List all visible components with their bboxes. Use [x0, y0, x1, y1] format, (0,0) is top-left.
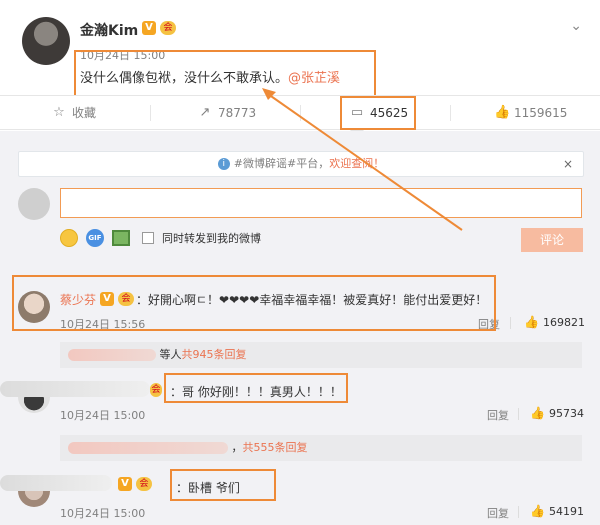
comment-input[interactable] [60, 188, 582, 218]
sub-replies-count[interactable]: 共945条回复 [182, 348, 247, 361]
comment-count-highlight-box [340, 96, 416, 130]
repost-checkbox[interactable] [142, 232, 154, 244]
gif-icon[interactable]: GIF [86, 229, 104, 247]
info-icon: i [217, 158, 230, 170]
divider [450, 105, 451, 121]
thumbs-up-icon: 👍 [530, 504, 545, 518]
notice-bar: i #微博辟谣#平台，欢迎查阅！ × [18, 151, 584, 177]
thumbs-up-icon: 👍 [530, 406, 545, 420]
reply-button[interactable]: 回复 [487, 505, 509, 521]
divider [150, 105, 151, 121]
comment-item: 会 ：哥 你好刚！！！真男人！！！ 10月24日 15:00 回复 👍 9573… [0, 373, 600, 425]
blurred-commenter-name [0, 475, 112, 491]
vip-badge-icon: 会 [160, 21, 176, 35]
author-name[interactable]: 金瀚Kim [80, 20, 138, 40]
sub-replies-count[interactable]: 共555条回复 [243, 441, 308, 454]
divider [300, 105, 301, 121]
divider [518, 506, 519, 518]
verified-badge-icon: V [142, 21, 156, 35]
reply-button[interactable]: 回复 [487, 407, 509, 423]
vip-badge-icon: 会 [136, 477, 152, 491]
comment-item: V 会 ：卧槽 爷们 10月24日 15:00 回复 👍 54191 [0, 467, 600, 525]
repost-icon: ↗ [199, 104, 211, 120]
notice-link[interactable]: 欢迎查阅！ [329, 157, 384, 170]
comment-like-count: 169821 [542, 315, 585, 329]
author-badges: V 会 [142, 21, 176, 35]
comment-time: 10月24日 15:00 [60, 507, 146, 520]
sub-replies-bar[interactable]: ，共555条回复 [60, 435, 582, 461]
favorite-label: 收藏 [72, 106, 97, 120]
comment-like-button[interactable]: 👍 95734 [530, 406, 584, 420]
blurred-commenter-name [0, 381, 150, 397]
comment-time: 10月24日 15:00 [60, 409, 146, 422]
favorite-button[interactable]: ☆ 收藏 [52, 96, 96, 129]
weibo-post: 金瀚Kim V 会 ⌄ 10月24日 15:00 没什么偶像包袱，没什么不敢承认… [0, 0, 600, 98]
thumbs-up-icon: 👍 [494, 104, 511, 120]
comment-like-button[interactable]: 👍 169821 [524, 315, 585, 329]
comment-highlight-box [170, 469, 276, 501]
comment-like-button[interactable]: 👍 54191 [530, 504, 584, 518]
divider [518, 408, 519, 420]
blurred-names [68, 349, 156, 361]
emoji-icon[interactable] [60, 229, 78, 247]
image-icon[interactable] [112, 230, 130, 246]
comment-like-count: 95734 [548, 406, 584, 420]
chevron-down-icon[interactable]: ⌄ [570, 18, 582, 34]
comment-highlight-box [164, 373, 348, 403]
sub-replies-bar[interactable]: 等人共945条回复 [60, 342, 582, 368]
sub-replies-prefix: 等人 [159, 348, 182, 361]
like-count: 1159615 [514, 105, 568, 120]
comment-item: 蔡少芬 V 会 ：好開心啊ㄷ！❤❤❤❤幸福幸福幸福！被爱真好！能付出爱更好！ 1… [0, 275, 600, 337]
post-highlight-box [74, 50, 376, 98]
thumbs-up-icon: 👍 [524, 315, 539, 329]
repost-checkbox-label: 同时转发到我的微博 [162, 232, 261, 245]
star-icon: ☆ [53, 104, 65, 120]
comment-like-count: 54191 [548, 504, 584, 518]
submit-comment-button[interactable]: 评论 [521, 228, 583, 252]
comment-tools: GIF 同时转发到我的微博 [60, 229, 261, 247]
repost-count: 78773 [218, 105, 257, 120]
verified-badge-icon: V [118, 477, 132, 491]
like-button[interactable]: 👍 1159615 [494, 96, 567, 129]
close-icon[interactable]: × [563, 152, 573, 176]
divider [510, 317, 511, 329]
vip-badge-icon: 会 [150, 383, 162, 397]
author-avatar[interactable] [22, 17, 70, 65]
my-avatar [18, 188, 50, 220]
comment-highlight-box [12, 275, 496, 331]
sub-replies-prefix: ， [231, 441, 243, 454]
notice-text: #微博辟谣#平台， [233, 157, 330, 170]
action-bar: ☆ 收藏 ↗ 78773 ▭ 45625 👍 1159615 [0, 95, 600, 130]
comments-panel: i #微博辟谣#平台，欢迎查阅！ × GIF 同时转发到我的微博 评论 蔡少芬 V… [0, 131, 600, 525]
repost-button[interactable]: ↗ 78773 [198, 96, 257, 129]
blurred-names [68, 442, 228, 454]
